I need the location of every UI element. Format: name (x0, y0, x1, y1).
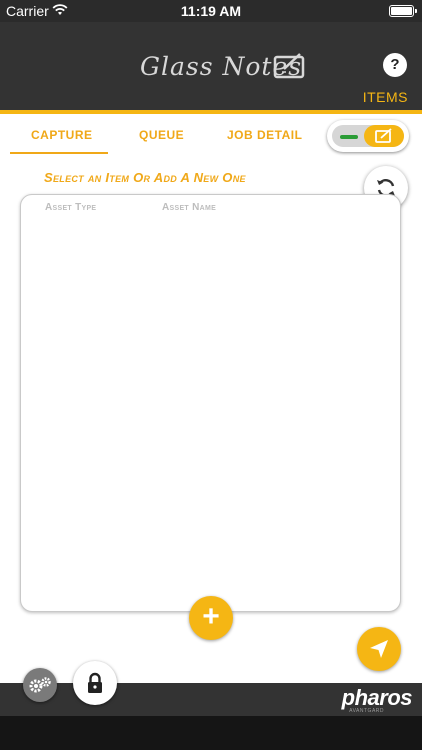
add-item-button[interactable]: + (189, 596, 233, 640)
tablet-edit-icon (273, 52, 307, 85)
footer-bar: pharos AVANTGARD (0, 683, 422, 750)
items-label[interactable]: ITEMS (363, 89, 408, 105)
column-header-asset-type: Asset Type (45, 202, 97, 213)
asset-list-panel[interactable] (20, 194, 401, 612)
send-button[interactable] (357, 627, 401, 671)
section-title: Select an Item Or Add A New One (44, 170, 246, 185)
active-tab-indicator (10, 152, 108, 154)
lock-button[interactable] (73, 661, 117, 705)
app-header: Glass Notes ? ITEMS (0, 22, 422, 110)
screen: Carrier 11:19 AM Glass Notes ? ITEMS CAP… (0, 0, 422, 750)
battery-icon (389, 5, 417, 17)
status-bar: Carrier 11:19 AM (0, 0, 422, 22)
brand-subtitle: AVANTGARD (349, 708, 384, 714)
mode-toggle[interactable] (327, 120, 409, 152)
settings-icon (29, 677, 51, 693)
tab-queue[interactable]: QUEUE (139, 128, 184, 142)
settings-button[interactable] (23, 668, 57, 702)
help-button[interactable]: ? (383, 53, 407, 77)
column-header-asset-name: Asset Name (162, 202, 217, 213)
lock-icon (88, 672, 102, 693)
status-time: 11:19 AM (180, 3, 242, 19)
toggle-indicator (340, 135, 358, 139)
tab-capture[interactable]: CAPTURE (31, 128, 93, 142)
footer-strip (0, 716, 422, 750)
toggle-knob[interactable] (364, 125, 404, 147)
tab-job-detail[interactable]: JOB DETAIL (227, 128, 302, 142)
header-divider (0, 110, 422, 114)
send-icon (370, 640, 388, 658)
